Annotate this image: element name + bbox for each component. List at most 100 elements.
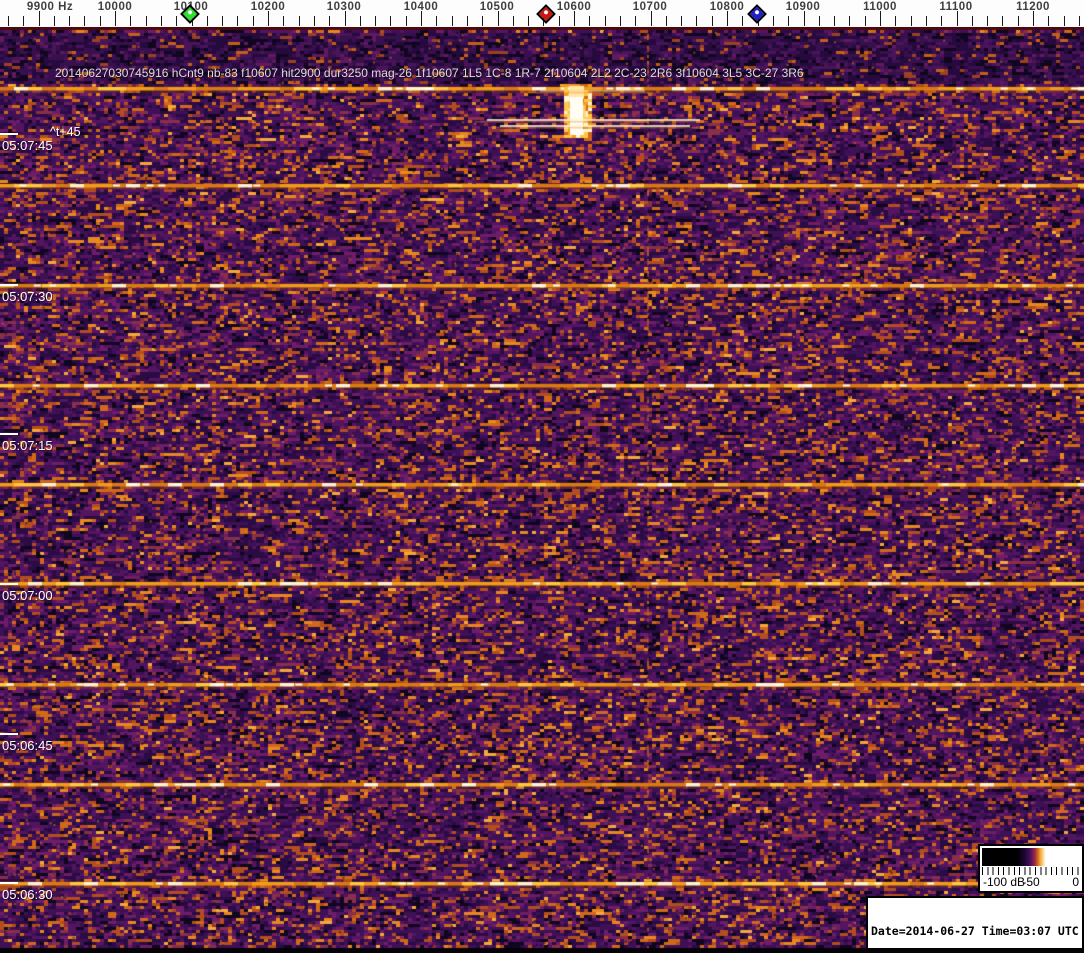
ruler-tick bbox=[466, 16, 468, 26]
ruler-tick bbox=[69, 16, 71, 26]
ruler-tick bbox=[313, 16, 315, 26]
ruler-tick bbox=[895, 16, 897, 26]
time-label: 05:06:45 bbox=[2, 738, 53, 753]
ruler-tick bbox=[956, 11, 958, 26]
ruler-frequency-label: 11000 bbox=[863, 1, 897, 13]
time-tick bbox=[0, 433, 18, 435]
ruler-tick bbox=[7, 16, 9, 26]
ruler-tick bbox=[650, 11, 652, 26]
ruler-tick bbox=[99, 16, 101, 26]
ruler-tick bbox=[635, 16, 637, 26]
spectrogram-canvas bbox=[0, 27, 1084, 953]
ruler-tick bbox=[971, 16, 973, 26]
ruler-frequency-label: 9900 Hz bbox=[26, 1, 74, 13]
meteor-spectrogram-window: 9900 Hz100001010010200103001040010500106… bbox=[0, 0, 1084, 953]
ruler-tick bbox=[482, 16, 484, 26]
ruler-tick bbox=[237, 16, 239, 26]
event-annotation: 20140627030745916 hCnt9 nb-83 f10607 hit… bbox=[55, 66, 804, 80]
ruler-tick bbox=[176, 16, 178, 26]
ruler-tick bbox=[589, 16, 591, 26]
ruler-frequency-label: 10700 bbox=[632, 1, 668, 13]
time-label: 05:07:30 bbox=[2, 289, 53, 304]
ruler-tick bbox=[558, 16, 560, 26]
colorbar-labels: -100 dB -50 0 bbox=[983, 875, 1079, 890]
ruler-frequency-label: 10900 bbox=[785, 1, 821, 13]
colorbar-label-min: -100 dB bbox=[983, 875, 1026, 889]
colorbar-label-max: 0 bbox=[1072, 875, 1079, 889]
ruler-tick bbox=[283, 16, 285, 26]
ruler-tick bbox=[987, 16, 989, 26]
ruler-tick bbox=[880, 11, 881, 26]
time-label: 05:07:15 bbox=[2, 438, 53, 453]
ruler-tick bbox=[298, 16, 300, 26]
ruler-tick bbox=[864, 16, 866, 26]
ruler-tick bbox=[84, 16, 86, 26]
time-label: 05:06:30 bbox=[2, 887, 53, 902]
ruler-tick bbox=[329, 16, 331, 26]
time-tick bbox=[0, 133, 18, 135]
ruler-tick bbox=[528, 16, 530, 26]
ruler-tick bbox=[742, 16, 744, 26]
cursor-time-label: ^t+45 bbox=[50, 125, 81, 139]
ruler-tick bbox=[206, 16, 208, 26]
ruler-tick bbox=[910, 16, 912, 26]
ruler-frequency-label: 10600 bbox=[556, 1, 592, 13]
ruler-tick bbox=[604, 16, 606, 26]
ruler-tick bbox=[23, 16, 25, 26]
ruler-tick bbox=[130, 16, 132, 26]
time-label: 05:07:00 bbox=[2, 588, 53, 603]
ruler-tick bbox=[421, 11, 422, 26]
ruler-frequency-label: 10500 bbox=[479, 1, 515, 13]
blue-marker-diamond-icon[interactable] bbox=[747, 4, 767, 24]
ruler-tick bbox=[665, 16, 667, 26]
ruler-tick bbox=[375, 16, 377, 26]
info-date-line: Date=2014-06-27 Time=03:07 UTC bbox=[871, 923, 1079, 938]
time-tick bbox=[0, 583, 18, 585]
ruler-tick bbox=[451, 16, 453, 26]
colorbar-ticks bbox=[982, 867, 1080, 875]
observation-info-box: Date=2014-06-27 Time=03:07 UTC Freq=143 … bbox=[866, 896, 1084, 950]
ruler-tick bbox=[788, 16, 790, 26]
ruler-frequency-label: 11200 bbox=[1016, 1, 1050, 13]
ruler-tick bbox=[696, 16, 698, 26]
ruler-tick bbox=[941, 16, 943, 26]
ruler-tick bbox=[222, 16, 224, 26]
ruler-tick bbox=[1033, 11, 1034, 26]
ruler-tick bbox=[834, 16, 836, 26]
db-colorbar: -100 dB -50 0 bbox=[978, 844, 1084, 893]
red-marker-diamond-icon[interactable] bbox=[536, 4, 556, 24]
ruler-frequency-label: 10000 bbox=[97, 1, 133, 13]
ruler-tick bbox=[574, 11, 575, 26]
ruler-tick bbox=[38, 11, 40, 26]
ruler-frequency-label: 10400 bbox=[403, 1, 439, 13]
ruler-tick bbox=[803, 11, 805, 26]
time-tick bbox=[0, 284, 18, 286]
ruler-frequency-label: 11100 bbox=[939, 1, 973, 13]
frequency-ruler: 9900 Hz100001010010200103001040010500106… bbox=[0, 0, 1084, 27]
ruler-tick bbox=[252, 16, 254, 26]
ruler-tick bbox=[1048, 16, 1050, 26]
ruler-tick bbox=[772, 16, 774, 26]
ruler-tick bbox=[145, 16, 147, 26]
ruler-tick bbox=[711, 16, 713, 26]
ruler-tick bbox=[497, 11, 499, 26]
ruler-frequency-label: 10300 bbox=[326, 1, 362, 13]
ruler-tick bbox=[390, 16, 392, 26]
colorbar-label-mid: -50 bbox=[1022, 875, 1040, 889]
ruler-tick bbox=[727, 11, 728, 26]
ruler-tick bbox=[268, 11, 269, 26]
ruler-tick bbox=[359, 16, 361, 26]
time-tick bbox=[0, 733, 18, 735]
ruler-tick bbox=[681, 16, 683, 26]
colorbar-gradient bbox=[982, 848, 1080, 866]
ruler-tick bbox=[1063, 16, 1065, 26]
time-tick bbox=[0, 882, 18, 884]
ruler-tick bbox=[1078, 16, 1080, 26]
ruler-tick bbox=[405, 16, 407, 26]
ruler-tick bbox=[925, 16, 927, 26]
ruler-frequency-label: 10200 bbox=[250, 1, 286, 13]
ruler-tick bbox=[1002, 16, 1004, 26]
ruler-tick bbox=[619, 16, 621, 26]
time-label: 05:07:45 bbox=[2, 138, 53, 153]
ruler-tick bbox=[160, 16, 162, 26]
